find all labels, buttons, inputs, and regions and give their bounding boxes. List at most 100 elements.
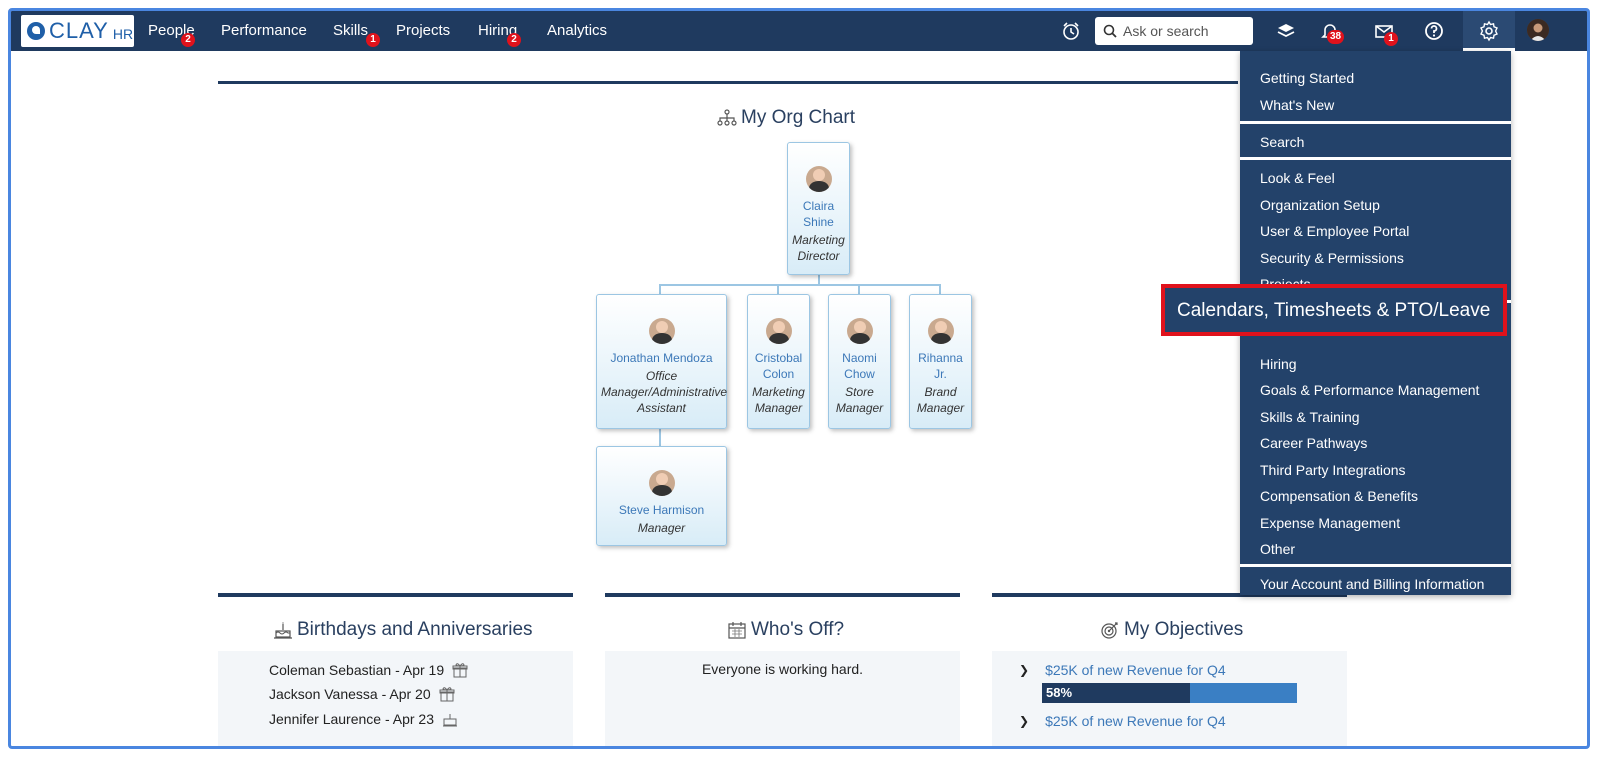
objective-link[interactable]: $25K of new Revenue for Q4: [1045, 662, 1226, 678]
birthday-text: Coleman Sebastian - Apr 19: [269, 662, 445, 678]
menu-item-user-employee-portal[interactable]: User & Employee Portal: [1260, 223, 1409, 239]
birthday-text: Jackson Vanessa - Apr 20: [269, 686, 431, 702]
person-avatar: [805, 166, 832, 192]
objective-item[interactable]: ❯ $25K of new Revenue for Q4: [1019, 713, 1226, 729]
menu-item-skills-training[interactable]: Skills & Training: [1260, 409, 1360, 425]
nav-analytics[interactable]: Analytics: [547, 22, 607, 39]
whos-off-heading: Who's Off?: [727, 619, 844, 641]
chevron-right-icon[interactable]: ❯: [1019, 663, 1029, 677]
search-icon: [1103, 24, 1117, 38]
user-avatar[interactable]: [1527, 19, 1549, 41]
person-avatar: [927, 318, 954, 344]
top-nav: CLAY HR People 2 Performance Skills 1 Pr…: [11, 11, 1587, 51]
user-avatar-image: [1527, 19, 1549, 41]
menu-item-account-billing[interactable]: Your Account and Billing Information: [1260, 576, 1484, 592]
menu-item-other[interactable]: Other: [1260, 541, 1295, 557]
whos-off-panel-bar: [605, 593, 960, 597]
org-card-report[interactable]: Cristobal Colon Marketing Manager: [747, 294, 810, 429]
objective-link[interactable]: $25K of new Revenue for Q4: [1045, 713, 1226, 729]
app-window: CLAY HR People 2 Performance Skills 1 Pr…: [8, 8, 1590, 749]
cake-icon: [443, 714, 457, 727]
org-chart-title: My Org Chart: [741, 107, 856, 128]
person-title: Office Manager/Administrative Assistant: [601, 369, 728, 415]
notifications-badge: 38: [1327, 30, 1345, 44]
calendar-icon: [728, 622, 746, 639]
whos-off-message: Everyone is working hard.: [701, 661, 864, 677]
hiring-badge: 2: [507, 33, 521, 47]
menu-item-career-pathways[interactable]: Career Pathways: [1260, 435, 1367, 451]
menu-item-look-feel[interactable]: Look & Feel: [1260, 170, 1335, 186]
gift-icon: [452, 663, 468, 678]
highlighted-menu-label: Calendars, Timesheets & PTO/Leave: [1177, 300, 1491, 321]
person-name[interactable]: Steve Harmison: [597, 502, 726, 518]
birthday-text: Jennifer Laurence - Apr 23: [269, 711, 434, 727]
birthdays-title: Birthdays and Anniversaries: [297, 619, 533, 640]
menu-item-goals-performance[interactable]: Goals & Performance Management: [1260, 382, 1479, 398]
org-card-report[interactable]: Jonathan Mendoza Office Manager/Administr…: [596, 294, 727, 429]
menu-item-third-party-integrations[interactable]: Third Party Integrations: [1260, 462, 1406, 478]
alarm-clock-icon[interactable]: [1060, 20, 1082, 42]
logo-icon: [27, 22, 45, 40]
org-card-report[interactable]: Rihanna Jr. Brand Manager: [909, 294, 972, 429]
person-title: Marketing Manager: [752, 385, 805, 415]
person-name[interactable]: Naomi Chow: [829, 350, 890, 382]
list-item: Jackson Vanessa - Apr 20: [269, 686, 455, 702]
person-avatar: [846, 318, 873, 344]
birthdays-panel-bar: [218, 593, 573, 597]
settings-tab[interactable]: [1463, 11, 1515, 51]
menu-item-calendars-timesheets-pto[interactable]: Calendars, Timesheets & PTO/Leave: [1161, 284, 1507, 336]
search-input[interactable]: [1121, 22, 1253, 40]
list-item: Jennifer Laurence - Apr 23: [269, 711, 458, 727]
menu-divider: [1240, 564, 1511, 567]
person-title: Store Manager: [835, 385, 884, 415]
progress-label: 58%: [1046, 685, 1073, 700]
logo-text: CLAY: [49, 18, 109, 43]
gear-icon: [1480, 20, 1498, 42]
menu-item-hiring[interactable]: Hiring: [1260, 356, 1297, 372]
org-card-sub-report[interactable]: Steve Harmison Manager: [596, 446, 727, 546]
logo-sub: HR: [112, 26, 134, 42]
gift-icon: [439, 687, 455, 702]
person-avatar: [648, 470, 675, 496]
org-card-report[interactable]: Naomi Chow Store Manager: [828, 294, 891, 429]
menu-item-organization-setup[interactable]: Organization Setup: [1260, 197, 1380, 213]
person-name[interactable]: Claira Shine: [788, 198, 849, 230]
person-name[interactable]: Cristobal Colon: [748, 350, 809, 382]
org-card-root[interactable]: Claira Shine Marketing Director: [787, 142, 850, 275]
people-badge: 2: [181, 33, 195, 47]
target-icon: [1101, 622, 1118, 639]
person-title: Manager: [637, 521, 686, 535]
menu-item-whats-new[interactable]: What's New: [1260, 97, 1334, 113]
menu-divider: [1240, 157, 1511, 160]
person-title: Brand Manager: [916, 385, 965, 415]
menu-item-security-permissions[interactable]: Security & Permissions: [1260, 250, 1404, 266]
chevron-right-icon[interactable]: ❯: [1019, 714, 1029, 728]
nav-performance[interactable]: Performance: [221, 22, 307, 39]
help-icon[interactable]: [1423, 20, 1445, 42]
menu-item-expense-management[interactable]: Expense Management: [1260, 515, 1400, 531]
org-chart-heading: My Org Chart: [717, 107, 855, 129]
person-avatar: [648, 318, 675, 344]
menu-item-getting-started[interactable]: Getting Started: [1260, 70, 1354, 86]
person-avatar: [765, 318, 792, 344]
mail-badge: 1: [1384, 32, 1398, 46]
connector: [659, 284, 941, 286]
cake-icon: [274, 622, 292, 639]
birthdays-heading: Birthdays and Anniversaries: [273, 619, 533, 641]
person-title: Marketing Director: [792, 233, 845, 263]
org-chart-icon: [717, 109, 737, 126]
layers-icon[interactable]: [1275, 20, 1297, 42]
nav-projects[interactable]: Projects: [396, 22, 450, 39]
menu-item-search[interactable]: Search: [1260, 134, 1304, 150]
person-name[interactable]: Rihanna Jr.: [910, 350, 971, 382]
objective-progress-bar: 58%: [1042, 683, 1297, 703]
whos-off-title: Who's Off?: [751, 619, 845, 640]
connector: [659, 429, 661, 447]
list-item: Coleman Sebastian - Apr 19: [269, 662, 468, 678]
objective-item[interactable]: ❯ $25K of new Revenue for Q4: [1019, 662, 1226, 678]
clayhr-logo[interactable]: CLAY HR: [21, 15, 134, 47]
menu-item-compensation-benefits[interactable]: Compensation & Benefits: [1260, 488, 1418, 504]
person-name[interactable]: Jonathan Mendoza: [597, 350, 726, 366]
search-box[interactable]: [1095, 17, 1253, 45]
nav-skills[interactable]: Skills: [333, 22, 368, 39]
